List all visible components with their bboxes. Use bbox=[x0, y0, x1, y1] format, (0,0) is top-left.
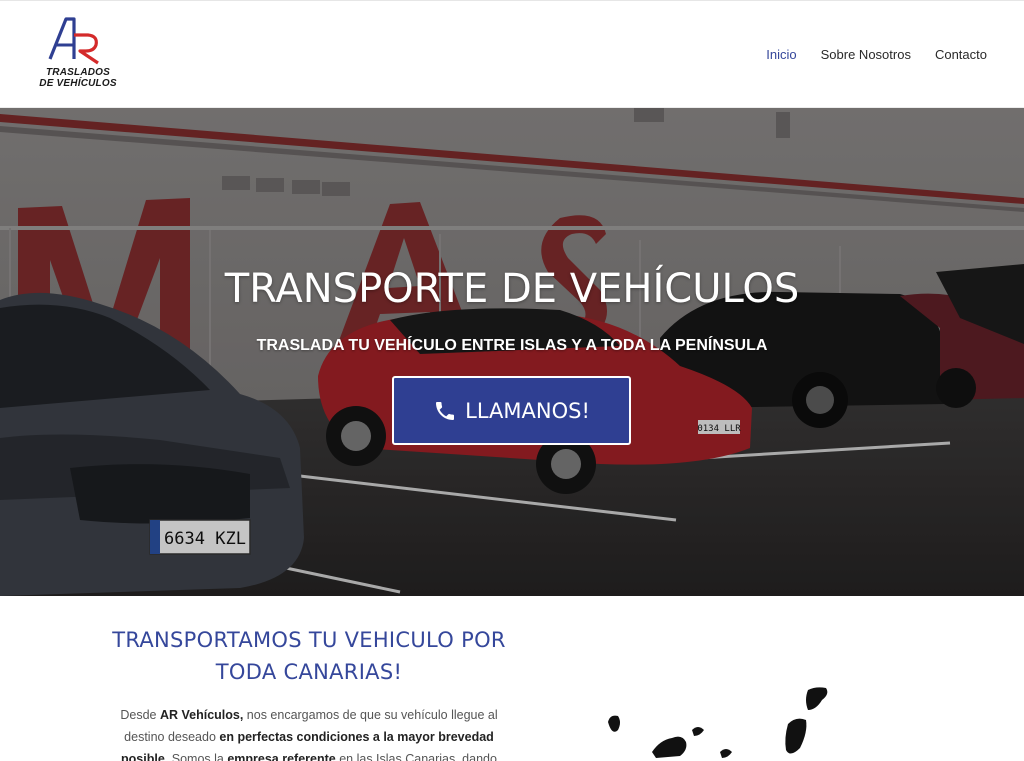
nav-item-inicio[interactable]: Inicio bbox=[766, 47, 796, 62]
call-button[interactable]: LLAMANOS! bbox=[392, 376, 631, 445]
intro-text: Somos la bbox=[168, 752, 228, 761]
intro-section: TRANSPORTAMOS TU VEHICULO POR TODA CANAR… bbox=[0, 596, 1024, 761]
call-button-label: LLAMANOS! bbox=[465, 398, 590, 423]
intro-text: en las Islas Canarias, dando bbox=[335, 752, 497, 761]
site-header: TRASLADOS DE VEHÍCULOS Inicio Sobre Noso… bbox=[0, 0, 1024, 108]
intro-text: Desde bbox=[120, 708, 160, 722]
section-title: TRANSPORTAMOS TU VEHICULO POR TODA CANAR… bbox=[100, 624, 518, 688]
intro-text-bold: empresa referente bbox=[227, 752, 336, 761]
main-nav: Inicio Sobre Nosotros Contacto bbox=[766, 47, 987, 62]
phone-icon bbox=[436, 401, 455, 420]
intro-text-bold: AR Vehículos, bbox=[159, 708, 244, 722]
hero-section: 6634 KZL 0134 LLR TRANSPORTE DE VEHÍCULO… bbox=[0, 108, 1024, 596]
nav-item-sobre-nosotros[interactable]: Sobre Nosotros bbox=[821, 47, 911, 62]
section-title-line1: TRANSPORTAMOS TU VEHICULO POR bbox=[112, 628, 506, 652]
logo-text-line1: TRASLADOS bbox=[45, 67, 111, 78]
hero-title: TRANSPORTE DE VEHÍCULOS bbox=[224, 266, 800, 312]
section-title-line2: TODA CANARIAS! bbox=[215, 660, 403, 684]
logo-text-line2: DE VEHÍCULOS bbox=[39, 78, 117, 89]
nav-item-contacto[interactable]: Contacto bbox=[935, 47, 987, 62]
logo-text: TRASLADOS DE VEHÍCULOS bbox=[33, 67, 123, 89]
logo-mark-icon bbox=[48, 17, 99, 65]
intro-paragraph: Desde AR Vehículos, nos encargamos de qu… bbox=[112, 704, 506, 761]
hero-subtitle: TRASLADA TU VEHÍCULO ENTRE ISLAS Y A TOD… bbox=[256, 337, 768, 354]
canary-islands-map-icon bbox=[608, 687, 828, 758]
